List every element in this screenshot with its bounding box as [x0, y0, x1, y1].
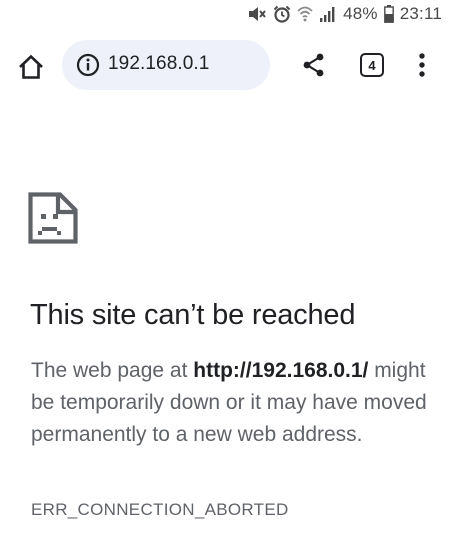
alarm-icon: [273, 5, 291, 23]
tab-count: 4: [368, 57, 376, 73]
home-button[interactable]: [16, 52, 46, 82]
error-desc-url: http://192.168.0.1/: [193, 359, 369, 382]
address-bar[interactable]: 192.168.0.1: [62, 40, 270, 90]
battery-percent: 48%: [343, 4, 378, 23]
error-code: ERR_CONNECTION_ABORTED: [31, 500, 289, 519]
home-icon: [19, 54, 43, 79]
status-icons: 48% 23:11: [247, 4, 442, 24]
tab-switcher-button[interactable]: 4: [360, 53, 384, 77]
wifi-icon: [297, 5, 313, 23]
share-icon: [303, 53, 324, 77]
error-title: This site can’t be reached: [30, 299, 356, 331]
error-description: The web page at http://192.168.0.1/ migh…: [31, 355, 431, 451]
more-menu-button[interactable]: [412, 50, 432, 80]
sad-page-icon: [28, 192, 78, 244]
mute-icon: [247, 5, 267, 23]
status-bar: 48% 23:11: [0, 0, 458, 30]
info-icon[interactable]: [76, 53, 100, 77]
browser-toolbar: 192.168.0.1 4: [0, 38, 458, 92]
url-text[interactable]: 192.168.0.1: [108, 53, 209, 75]
more-vert-icon: [419, 53, 425, 77]
error-desc-prefix: The web page at: [31, 359, 194, 382]
share-button[interactable]: [300, 51, 328, 79]
battery-icon: [383, 5, 394, 23]
signal-icon: [319, 5, 337, 23]
clock: 23:11: [399, 4, 442, 23]
